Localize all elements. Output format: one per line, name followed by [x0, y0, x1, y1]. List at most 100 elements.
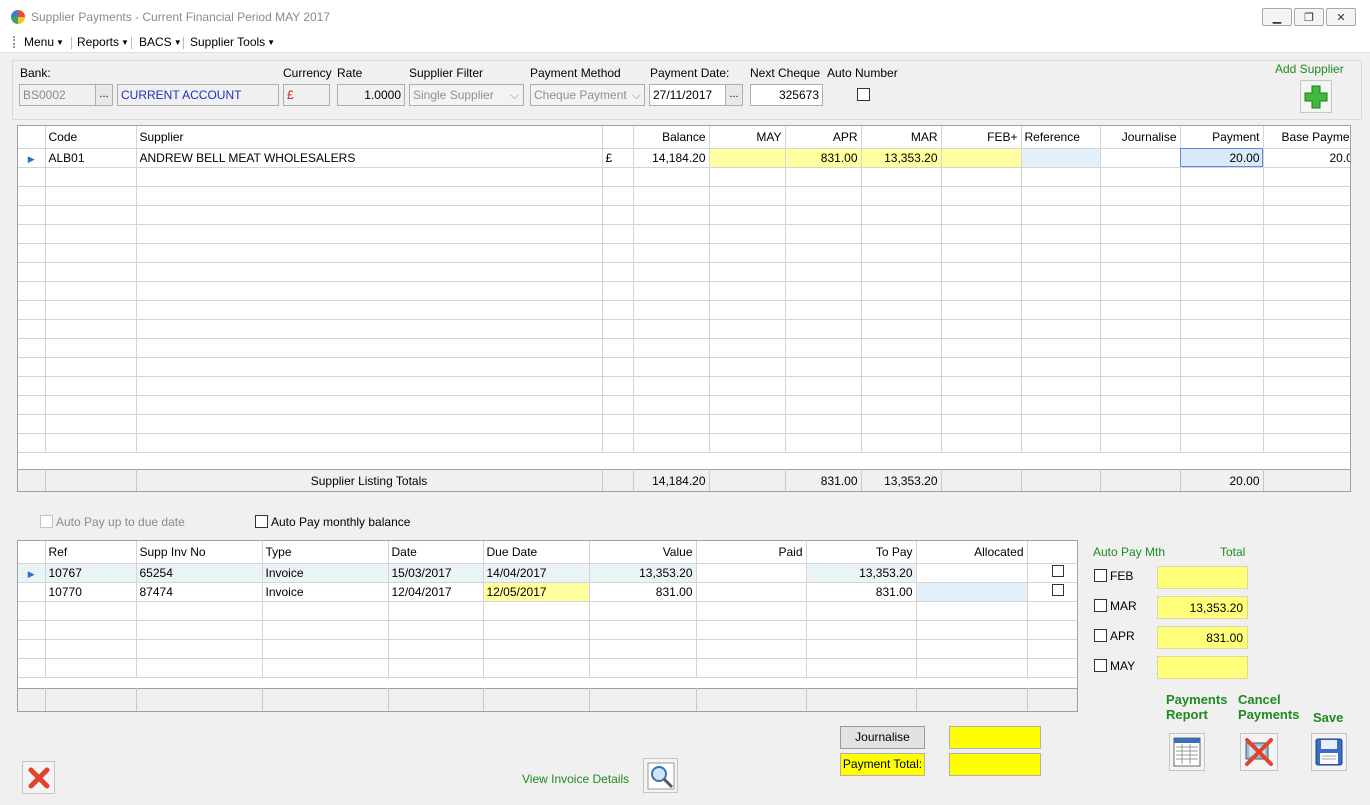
auto-pay-feb-checkbox[interactable]: [1094, 569, 1107, 582]
restore-button[interactable]: ❐: [1294, 8, 1324, 26]
column-header-apr[interactable]: APR: [785, 126, 862, 149]
cell-paid[interactable]: [696, 563, 807, 583]
menu-reports[interactable]: Reports ▼: [73, 34, 133, 50]
empty-cell: [806, 601, 917, 621]
save-button[interactable]: [1311, 733, 1347, 771]
empty-row: [18, 243, 1350, 263]
cell-mar[interactable]: 13,353.20: [861, 148, 942, 168]
empty-cell: [861, 357, 942, 377]
bank-browse-button[interactable]: ...: [95, 84, 113, 106]
empty-cell: [483, 639, 590, 659]
empty-cell: [136, 281, 603, 301]
cell-date[interactable]: 15/03/2017: [388, 563, 484, 583]
empty-cell: [1263, 376, 1350, 396]
cell-allocated[interactable]: [916, 582, 1028, 602]
column-header-mar[interactable]: MAR: [861, 126, 942, 149]
auto-number-checkbox[interactable]: [857, 88, 870, 101]
column-header-base-payment[interactable]: Base Payment: [1263, 126, 1350, 149]
column-header-feb[interactable]: FEB+: [941, 126, 1022, 149]
view-invoice-details-button[interactable]: [643, 758, 678, 793]
payment-method-select[interactable]: Cheque Payment ⌵: [530, 84, 645, 106]
column-header-supp-inv-no[interactable]: Supp Inv No: [136, 541, 263, 564]
cell-journalise[interactable]: [1100, 148, 1181, 168]
cell-paid[interactable]: [696, 582, 807, 602]
column-header-code[interactable]: Code: [45, 126, 137, 149]
empty-cell: [806, 658, 917, 678]
exit-button[interactable]: [22, 761, 55, 794]
column-header-allocated[interactable]: Allocated: [916, 541, 1028, 564]
next-cheque-field[interactable]: 325673: [750, 84, 823, 106]
empty-cell: [1100, 414, 1181, 434]
cell-ref[interactable]: 10767: [45, 563, 137, 583]
empty-cell: [1263, 186, 1350, 206]
minimize-button[interactable]: ▁: [1262, 8, 1292, 26]
journalise-button[interactable]: Journalise: [840, 726, 925, 749]
payment-date-field[interactable]: 27/11/2017: [649, 84, 726, 106]
auto-pay-mar-checkbox[interactable]: [1094, 599, 1107, 612]
payments-report-button[interactable]: [1169, 733, 1205, 771]
cancel-payments-button[interactable]: [1240, 733, 1278, 771]
empty-cell: [1100, 186, 1181, 206]
column-header-journalise[interactable]: Journalise: [1100, 126, 1181, 149]
column-header-type[interactable]: Type: [262, 541, 389, 564]
empty-cell: [602, 300, 634, 320]
column-header-balance[interactable]: Balance: [633, 126, 710, 149]
cell-due-date[interactable]: 12/05/2017: [483, 582, 590, 602]
table-row[interactable]: ▶ ALB01 ANDREW BELL MEAT WHOLESALERS £ 1…: [18, 148, 1350, 168]
supplier-filter-select[interactable]: Single Supplier ⌵: [409, 84, 524, 106]
cell-value[interactable]: 13,353.20: [589, 563, 697, 583]
empty-cell: [1180, 357, 1264, 377]
cell-type[interactable]: Invoice: [262, 563, 389, 583]
column-header-date[interactable]: Date: [388, 541, 484, 564]
auto-pay-monthly-checkbox[interactable]: [255, 515, 268, 528]
menu-supplier-tools[interactable]: Supplier Tools ▼: [186, 34, 279, 50]
auto-pay-may-checkbox[interactable]: [1094, 659, 1107, 672]
cell-payment[interactable]: 20.00: [1180, 148, 1264, 168]
add-supplier-button[interactable]: [1300, 80, 1332, 113]
table-row[interactable]: 10770 87474 Invoice 12/04/2017 12/05/201…: [18, 582, 1077, 602]
column-header-payment[interactable]: Payment: [1180, 126, 1264, 149]
column-header-supplier[interactable]: Supplier: [136, 126, 603, 149]
menu-bacs[interactable]: BACS ▼: [135, 34, 186, 50]
column-header-ref[interactable]: Ref: [45, 541, 137, 564]
empty-cell: [633, 414, 710, 434]
supplier-filter-label: Supplier Filter: [409, 66, 484, 80]
payment-date-label: Payment Date:: [650, 66, 730, 80]
cell-may[interactable]: [709, 148, 786, 168]
empty-cell: [136, 376, 603, 396]
column-header-reference[interactable]: Reference: [1021, 126, 1101, 149]
column-header-value[interactable]: Value: [589, 541, 697, 564]
column-header-due-date[interactable]: Due Date: [483, 541, 590, 564]
cell-apr[interactable]: 831.00: [785, 148, 862, 168]
payment-date-picker-button[interactable]: ...: [725, 84, 743, 106]
empty-cell: [633, 243, 710, 263]
cell-ref[interactable]: 10770: [45, 582, 137, 602]
cell-to-pay[interactable]: 13,353.20: [806, 563, 917, 583]
cell-reference[interactable]: [1021, 148, 1101, 168]
cell-supp-inv-no[interactable]: 65254: [136, 563, 263, 583]
column-header-to-pay[interactable]: To Pay: [806, 541, 917, 564]
cell-due-date[interactable]: 14/04/2017: [483, 563, 590, 583]
bank-code-field[interactable]: BS0002: [19, 84, 96, 106]
cell-supp-inv-no[interactable]: 87474: [136, 582, 263, 602]
auto-pay-due-date-checkbox[interactable]: [40, 515, 53, 528]
cell-supplier[interactable]: ANDREW BELL MEAT WHOLESALERS: [136, 148, 603, 168]
empty-cell: [18, 205, 46, 225]
empty-cell: [589, 620, 697, 640]
cell-date[interactable]: 12/04/2017: [388, 582, 484, 602]
menu-menu[interactable]: Menu ▼: [20, 34, 68, 50]
cell-type[interactable]: Invoice: [262, 582, 389, 602]
auto-pay-apr-checkbox[interactable]: [1094, 629, 1107, 642]
allocate-checkbox[interactable]: [1051, 565, 1064, 577]
column-header-may[interactable]: MAY: [709, 126, 786, 149]
table-row[interactable]: ▶ 10767 65254 Invoice 15/03/2017 14/04/2…: [18, 563, 1077, 583]
cell-code[interactable]: ALB01: [45, 148, 137, 168]
cell-value[interactable]: 831.00: [589, 582, 697, 602]
cell-allocated[interactable]: [916, 563, 1028, 583]
close-window-button[interactable]: ✕: [1326, 8, 1356, 26]
allocate-checkbox[interactable]: [1051, 584, 1064, 596]
column-header-paid[interactable]: Paid: [696, 541, 807, 564]
empty-cell: [785, 281, 862, 301]
cell-to-pay[interactable]: 831.00: [806, 582, 917, 602]
cell-feb[interactable]: [941, 148, 1022, 168]
